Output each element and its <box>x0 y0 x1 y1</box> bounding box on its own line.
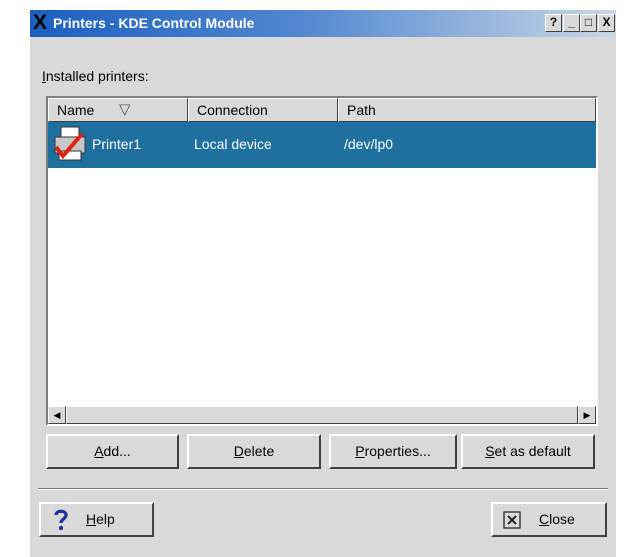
help-button[interactable]: Help <box>39 502 154 537</box>
scroll-left-button[interactable]: ◀ <box>48 406 66 424</box>
column-header-connection-label: Connection <box>197 102 268 118</box>
printer-path-cell: /dev/lp0 <box>344 136 394 152</box>
properties-label: roperties... <box>364 443 431 459</box>
printer-name-cell: Printer1 <box>92 136 142 152</box>
maximize-button[interactable]: □ <box>580 14 597 32</box>
delete-button[interactable]: Delete <box>187 434 321 469</box>
close-button[interactable]: Close <box>491 502 607 537</box>
column-header-connection[interactable]: Connection <box>188 98 338 122</box>
installed-printers-label: Installed printers: <box>42 68 149 84</box>
help-mnemonic: H <box>86 511 97 527</box>
close-window-button[interactable]: X <box>598 14 615 32</box>
scrollbar-thumb[interactable] <box>66 406 578 424</box>
delete-mnemonic: D <box>233 443 244 459</box>
close-x-icon <box>503 511 521 529</box>
set-default-label: et as default <box>494 443 571 459</box>
add-button[interactable]: Add... <box>46 434 179 469</box>
sort-descending-icon: ▽ <box>119 101 131 118</box>
footer-separator <box>38 488 608 490</box>
window-title: Printers - KDE Control Module <box>53 15 255 31</box>
delete-label: elete <box>243 443 275 459</box>
add-mnemonic: A <box>94 443 104 459</box>
minimize-button[interactable]: _ <box>563 14 580 32</box>
set-as-default-button[interactable]: Set as default <box>461 434 595 469</box>
set-default-mnemonic: S <box>485 443 495 459</box>
scroll-right-button[interactable]: ▶ <box>578 406 596 424</box>
help-label-wrap: Help <box>86 504 115 535</box>
column-header-name[interactable]: Name ▽ <box>48 98 188 122</box>
help-label: elp <box>96 511 115 527</box>
column-header-name-label: Name <box>57 102 95 118</box>
close-mnemonic: C <box>539 511 550 527</box>
column-header-path-label: Path <box>347 102 376 118</box>
whats-this-button[interactable]: ? <box>545 14 562 32</box>
help-question-icon <box>54 509 68 531</box>
horizontal-scrollbar[interactable]: ◀ ▶ <box>48 406 596 424</box>
printer-connection-cell: Local device <box>194 136 272 152</box>
add-label: dd... <box>103 443 131 459</box>
printer-list[interactable]: Name ▽ Connection Path Printer1 Local de… <box>46 96 598 426</box>
x-logo-icon: X <box>33 11 48 34</box>
close-label: lose <box>549 511 575 527</box>
printer-icon <box>54 126 86 161</box>
close-label-wrap: Close <box>539 504 575 535</box>
properties-mnemonic: P <box>355 443 365 459</box>
printers-dialog: X Printers - KDE Control Module ? _ □ X … <box>30 10 616 557</box>
properties-button[interactable]: Properties... <box>329 434 457 469</box>
table-row[interactable]: Printer1 Local device /dev/lp0 <box>48 122 596 168</box>
column-header-path[interactable]: Path <box>338 98 596 122</box>
installed-label-text: nstalled printers: <box>45 68 149 84</box>
title-bar[interactable]: X Printers - KDE Control Module ? _ □ X <box>30 10 616 37</box>
